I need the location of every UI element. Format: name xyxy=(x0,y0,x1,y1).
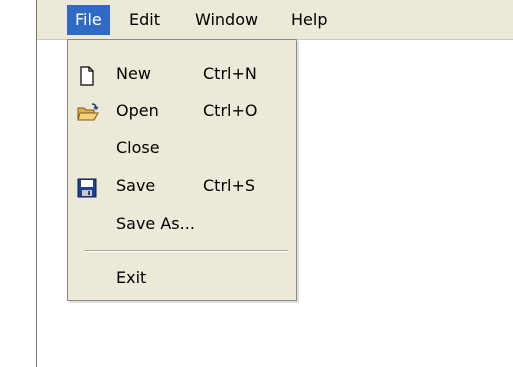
save-disk-icon xyxy=(77,177,97,198)
new-document-icon xyxy=(77,65,97,86)
menu-item-shortcut: Ctrl+S xyxy=(203,176,256,195)
menu-bar: File Edit Window Help xyxy=(37,0,513,40)
menu-item-label: Save xyxy=(116,176,156,195)
menu-item-label: Exit xyxy=(116,268,147,287)
menu-item-label: Close xyxy=(116,138,160,157)
menu-item-shortcut: Ctrl+O xyxy=(203,101,258,120)
menu-edit[interactable]: Edit xyxy=(121,5,168,35)
menu-item-new[interactable]: New Ctrl+N xyxy=(68,58,296,90)
menu-item-save[interactable]: Save Ctrl+S xyxy=(68,170,296,202)
menu-item-open[interactable]: Open Ctrl+O xyxy=(68,95,296,127)
menu-item-close[interactable]: Close xyxy=(68,132,296,164)
file-menu-dropdown: New Ctrl+N Open Ctrl+O Close Save Ctrl+S… xyxy=(67,39,297,301)
app-window: File Edit Window Help New Ctrl+N Open Ct… xyxy=(0,0,513,367)
window-left-border xyxy=(36,0,37,367)
menu-item-save-as[interactable]: Save As... xyxy=(68,208,296,240)
menu-item-exit[interactable]: Exit xyxy=(68,262,296,294)
menu-window[interactable]: Window xyxy=(187,5,266,35)
menu-file[interactable]: File xyxy=(67,5,110,35)
menu-item-label: Save As... xyxy=(116,214,195,233)
open-folder-icon xyxy=(77,102,99,122)
menu-separator xyxy=(84,250,288,252)
menu-item-shortcut: Ctrl+N xyxy=(203,64,257,83)
menu-item-label: Open xyxy=(116,101,159,120)
menu-help[interactable]: Help xyxy=(283,5,335,35)
menu-item-label: New xyxy=(116,64,151,83)
